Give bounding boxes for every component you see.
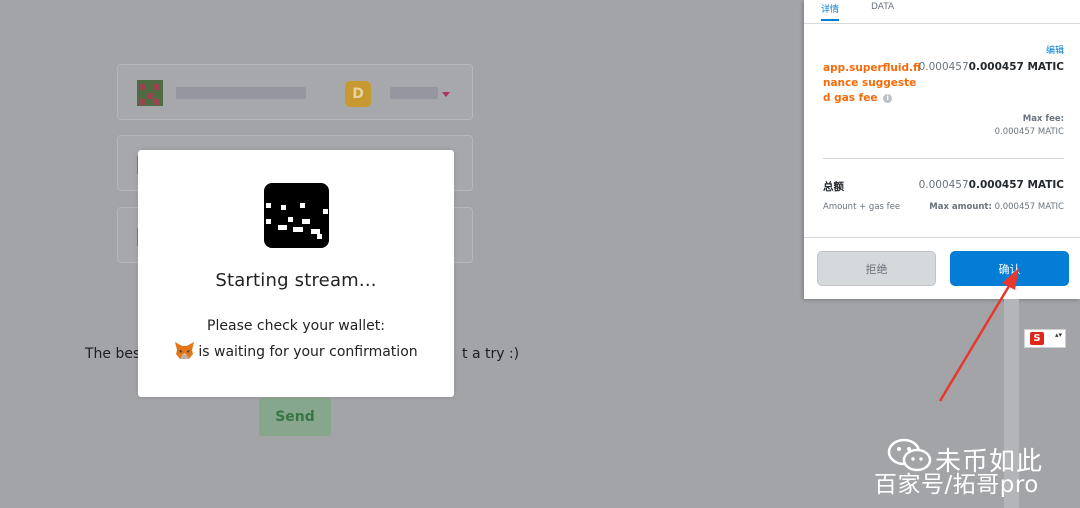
watermark-source: 百家号/拓哥pro (874, 472, 1039, 498)
annotation-arrow-icon (938, 268, 1019, 402)
